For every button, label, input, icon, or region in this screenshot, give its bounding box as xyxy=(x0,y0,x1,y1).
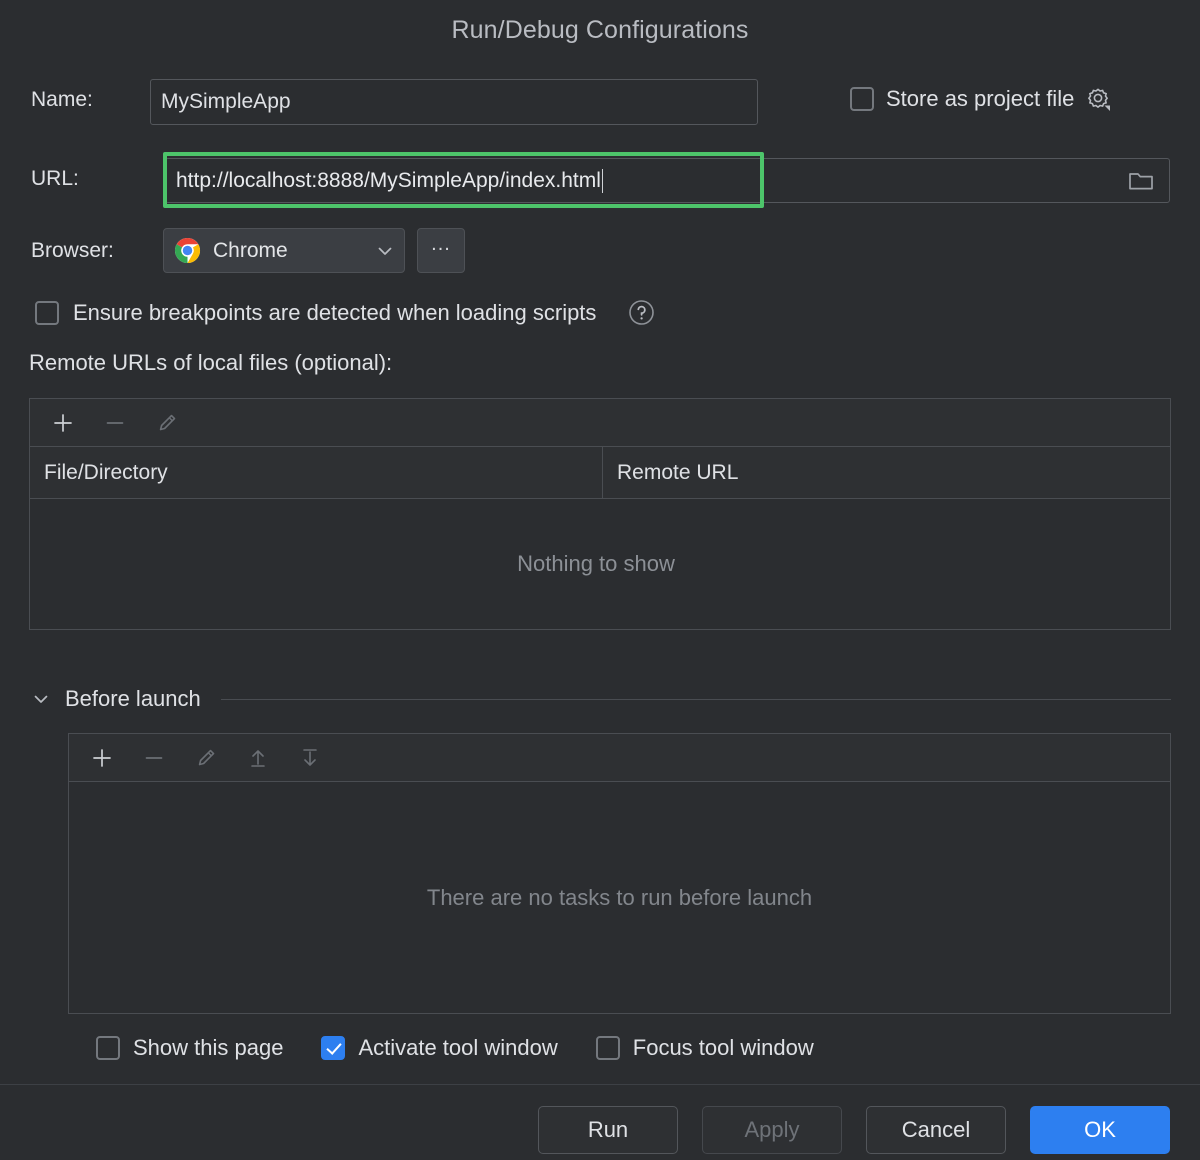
before-launch-divider xyxy=(221,699,1171,700)
focus-tool-window-checkbox[interactable] xyxy=(596,1036,620,1060)
browse-folder-button[interactable] xyxy=(1113,159,1169,202)
activate-tool-window-label: Activate tool window xyxy=(358,1035,557,1061)
folder-icon xyxy=(1128,169,1154,193)
ensure-breakpoints-checkbox[interactable] xyxy=(35,301,59,325)
before-launch-label: Before launch xyxy=(65,686,201,712)
tool-window-options-row: Show this page Activate tool window Focu… xyxy=(96,1035,852,1061)
remote-urls-table-header: File/Directory Remote URL xyxy=(30,447,1170,499)
name-input-value: MySimpleApp xyxy=(161,90,291,114)
store-as-project-file-checkbox[interactable] xyxy=(850,87,874,111)
store-as-project-file-label: Store as project file xyxy=(886,86,1074,112)
remove-task-button[interactable] xyxy=(133,739,175,777)
text-caret xyxy=(602,169,603,193)
edit-button[interactable] xyxy=(146,404,188,442)
show-this-page-label: Show this page xyxy=(133,1035,283,1061)
remote-urls-table-body[interactable]: Nothing to show xyxy=(30,499,1170,629)
edit-task-button[interactable] xyxy=(185,739,227,777)
remote-urls-toolbar xyxy=(30,399,1170,447)
activate-tool-window-checkbox[interactable] xyxy=(321,1036,345,1060)
column-header-file-directory[interactable]: File/Directory xyxy=(30,447,603,498)
chrome-icon xyxy=(174,237,201,264)
focus-tool-window-option[interactable]: Focus tool window xyxy=(596,1035,814,1061)
browser-more-button[interactable]: ... xyxy=(417,228,465,273)
show-this-page-checkbox[interactable] xyxy=(96,1036,120,1060)
name-input[interactable]: MySimpleApp xyxy=(150,79,758,125)
column-header-remote-url[interactable]: Remote URL xyxy=(603,447,1170,498)
before-launch-toolbar xyxy=(69,734,1170,782)
add-button[interactable] xyxy=(42,404,84,442)
remote-urls-panel: File/Directory Remote URL Nothing to sho… xyxy=(29,398,1171,630)
ok-button[interactable]: OK xyxy=(1030,1106,1170,1154)
name-label: Name: xyxy=(31,88,93,112)
footer-separator xyxy=(0,1084,1200,1085)
before-launch-header[interactable]: Before launch xyxy=(31,686,1171,712)
store-as-project-file-row[interactable]: Store as project file xyxy=(850,86,1112,112)
before-launch-task-list[interactable]: There are no tasks to run before launch xyxy=(69,782,1170,1013)
browser-select-value: Chrome xyxy=(213,239,376,263)
move-down-button[interactable] xyxy=(289,739,331,777)
move-up-button[interactable] xyxy=(237,739,279,777)
browser-label: Browser: xyxy=(31,239,114,263)
run-button[interactable]: Run xyxy=(538,1106,678,1154)
url-input[interactable]: http://localhost:8888/MySimpleApp/index.… xyxy=(165,158,1170,203)
chevron-down-icon xyxy=(376,242,394,260)
cancel-button[interactable]: Cancel xyxy=(866,1106,1006,1154)
run-debug-configurations-dialog: Run/Debug Configurations Name: MySimpleA… xyxy=(0,0,1200,1160)
chevron-down-icon[interactable] xyxy=(31,689,51,709)
apply-button[interactable]: Apply xyxy=(702,1106,842,1154)
gear-icon[interactable] xyxy=(1086,86,1112,112)
ensure-breakpoints-row[interactable]: Ensure breakpoints are detected when loa… xyxy=(35,299,655,326)
add-task-button[interactable] xyxy=(81,739,123,777)
dialog-title: Run/Debug Configurations xyxy=(0,16,1200,45)
url-input-value: http://localhost:8888/MySimpleApp/index.… xyxy=(176,169,601,193)
url-label: URL: xyxy=(31,167,79,191)
remote-urls-empty-text: Nothing to show xyxy=(26,551,1166,577)
dialog-footer: Run Apply Cancel OK xyxy=(0,1100,1200,1160)
help-circle-icon[interactable] xyxy=(628,299,655,326)
before-launch-panel: There are no tasks to run before launch xyxy=(68,733,1171,1014)
activate-tool-window-option[interactable]: Activate tool window xyxy=(321,1035,557,1061)
before-launch-empty-text: There are no tasks to run before launch xyxy=(69,885,1170,911)
show-this-page-option[interactable]: Show this page xyxy=(96,1035,283,1061)
focus-tool-window-label: Focus tool window xyxy=(633,1035,814,1061)
ensure-breakpoints-label: Ensure breakpoints are detected when loa… xyxy=(73,300,596,326)
browser-select[interactable]: Chrome xyxy=(163,228,405,273)
remove-button[interactable] xyxy=(94,404,136,442)
remote-urls-section-label: Remote URLs of local files (optional): xyxy=(29,350,392,376)
